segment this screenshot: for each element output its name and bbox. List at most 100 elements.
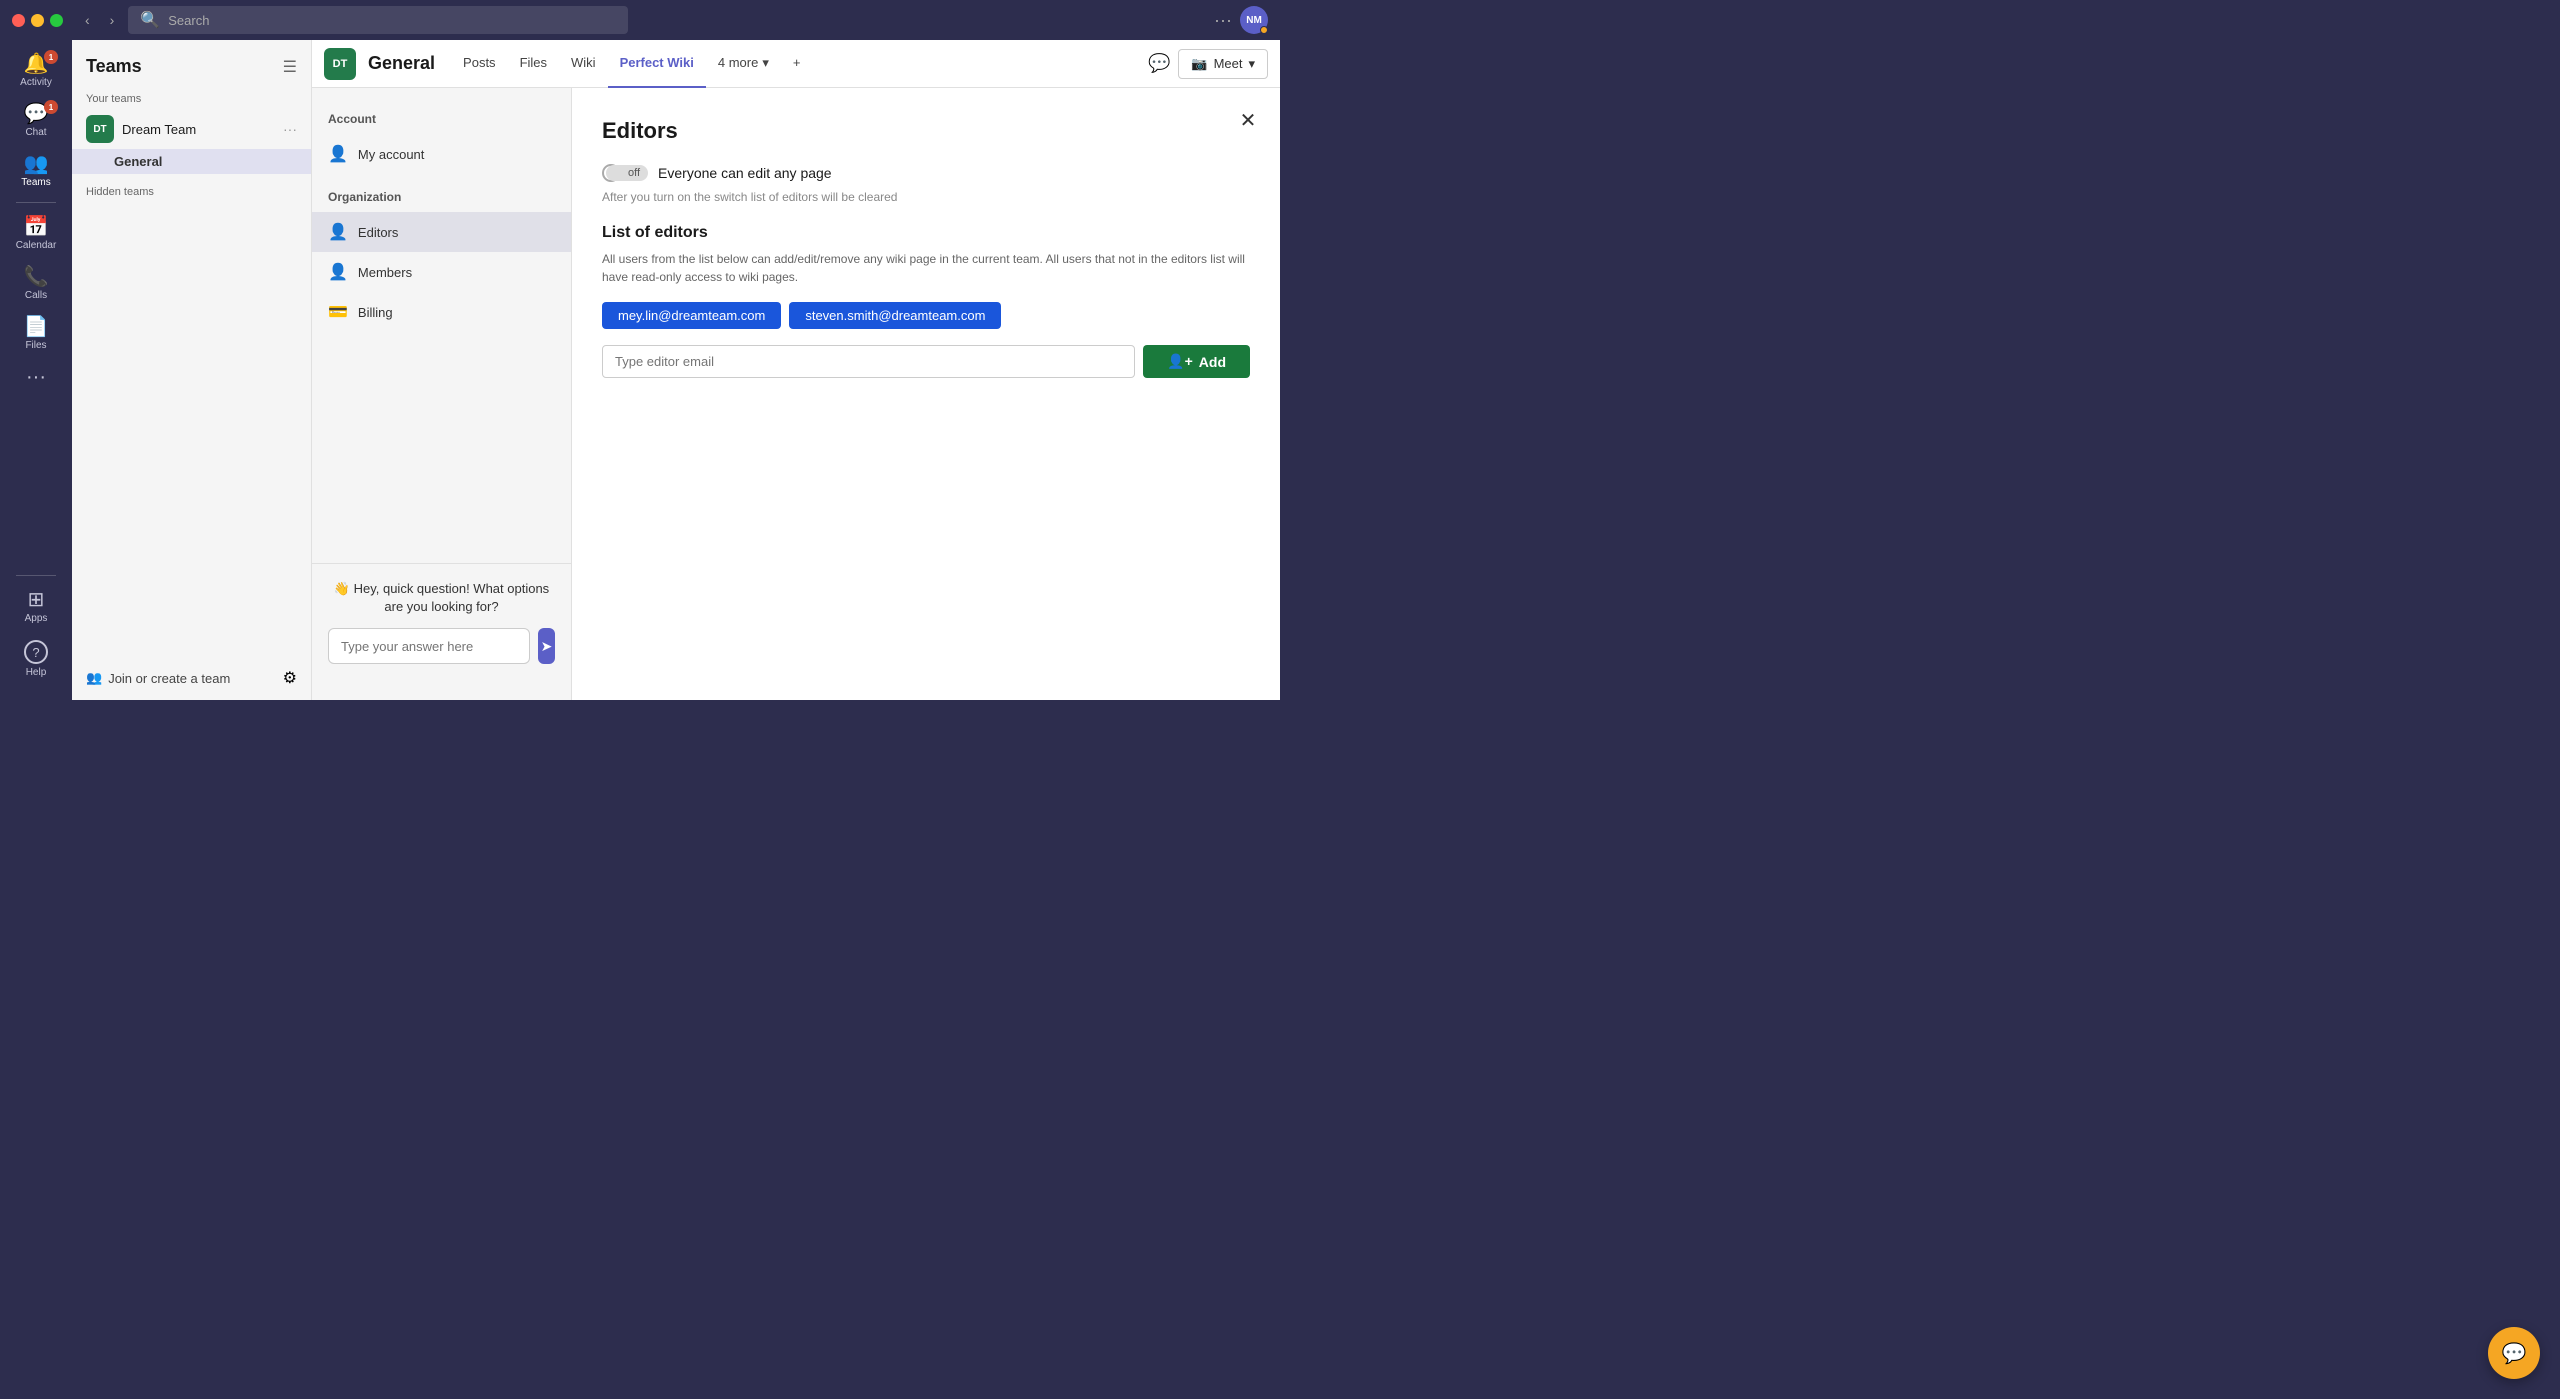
join-team-button[interactable]: 👥 Join or create a team — [86, 670, 230, 686]
editors-panel: ✕ Editors off Everyone can edit any page… — [572, 88, 1280, 700]
sidebar-item-activity[interactable]: 🔔 1 Activity — [4, 48, 68, 94]
account-icon: 👤 — [328, 144, 348, 164]
sidebar-item-files[interactable]: 📄 Files — [4, 311, 68, 357]
team-more-icon[interactable]: ··· — [283, 121, 297, 137]
billing-icon: 💳 — [328, 302, 348, 322]
sidebar-item-calendar[interactable]: 📅 Calendar — [4, 211, 68, 257]
teams-title: Teams — [86, 56, 142, 77]
tab-perfect-wiki[interactable]: Perfect Wiki — [608, 40, 706, 88]
tab-files[interactable]: Files — [508, 40, 559, 88]
editors-title: Editors — [602, 118, 1250, 144]
teams-panel: Teams ☰ Your teams DT Dream Team ··· Gen… — [72, 40, 312, 700]
sidebar-item-more[interactable]: ··· — [4, 361, 68, 393]
tab-posts[interactable]: Posts — [451, 40, 508, 88]
topbar-right: ··· NM — [1214, 6, 1268, 34]
more-icon: ··· — [26, 367, 46, 387]
editor-email-input[interactable] — [602, 345, 1135, 378]
chatbot-message: 👋 Hey, quick question! What options are … — [328, 580, 555, 616]
chatbot-send-button[interactable]: ➤ — [538, 628, 555, 664]
chatbot-area: 👋 Hey, quick question! What options are … — [312, 563, 571, 680]
toggle-row: off Everyone can edit any page — [602, 164, 1250, 182]
toggle-off-label: off — [606, 165, 648, 181]
add-editor-icon: 👤+ — [1167, 353, 1193, 370]
teams-filter-icon[interactable]: ☰ — [283, 57, 297, 77]
teams-settings-icon[interactable]: ⚙ — [283, 668, 297, 688]
sidebar: 🔔 1 Activity 💬 1 Chat 👥 Teams 📅 Calendar… — [0, 40, 72, 700]
sidebar-item-label: Calls — [25, 290, 47, 301]
add-tab-button[interactable]: + — [781, 40, 813, 88]
close-button[interactable] — [12, 14, 25, 27]
tab-more[interactable]: 4 more ▾ — [706, 40, 781, 88]
sidebar-divider-2 — [16, 575, 56, 576]
add-editor-button[interactable]: 👤+ Add — [1143, 345, 1250, 378]
settings-members[interactable]: 👤 Members — [312, 252, 571, 292]
meet-button[interactable]: 📷 Meet ▾ — [1178, 49, 1268, 79]
titlebar: ‹ › 🔍 ··· NM — [0, 0, 1280, 40]
search-box[interactable]: 🔍 — [128, 6, 628, 34]
chatbot-input[interactable] — [328, 628, 530, 664]
settings-sidebar: Account 👤 My account Organization 👤 Edit… — [312, 88, 572, 700]
editor-tag-0: mey.lin@dreamteam.com — [602, 302, 781, 329]
back-button[interactable]: ‹ — [79, 10, 96, 30]
teams-icon: 👥 — [24, 154, 49, 174]
calendar-icon: 📅 — [24, 217, 49, 237]
sidebar-item-label: Activity — [20, 77, 52, 88]
minimize-button[interactable] — [31, 14, 44, 27]
send-icon: ➤ — [541, 638, 553, 655]
team-item-dreamteam[interactable]: DT Dream Team ··· — [72, 109, 311, 149]
activity-badge: 1 — [44, 50, 58, 64]
toggle-switch[interactable]: off — [602, 164, 648, 182]
sidebar-item-apps[interactable]: ⊞ Apps — [4, 584, 68, 630]
team-name: Dream Team — [122, 122, 275, 137]
sidebar-item-chat[interactable]: 💬 1 Chat — [4, 98, 68, 144]
account-section-label: Account — [312, 108, 571, 134]
sidebar-item-label: Calendar — [16, 240, 57, 251]
settings-billing[interactable]: 💳 Billing — [312, 292, 571, 332]
forward-button[interactable]: › — [104, 10, 121, 30]
main-content: DT General Posts Files Wiki Perfect Wiki… — [312, 40, 1280, 700]
traffic-lights — [12, 14, 63, 27]
channel-icon: DT — [324, 48, 356, 80]
sidebar-item-label: Chat — [25, 127, 46, 138]
user-avatar[interactable]: NM — [1240, 6, 1268, 34]
floating-chat-button[interactable]: 💬 — [2488, 1327, 2540, 1379]
search-input[interactable] — [168, 13, 616, 28]
sidebar-divider — [16, 202, 56, 203]
hidden-teams-label: Hidden teams — [72, 174, 311, 202]
tab-wiki[interactable]: Wiki — [559, 40, 608, 88]
editor-tags: mey.lin@dreamteam.com steven.smith@dream… — [602, 302, 1250, 329]
sidebar-item-label: Help — [26, 667, 47, 678]
maximize-button[interactable] — [50, 14, 63, 27]
meet-icon: 📷 — [1191, 56, 1207, 72]
add-editor-row: 👤+ Add — [602, 345, 1250, 378]
sidebar-item-calls[interactable]: 📞 Calls — [4, 261, 68, 307]
help-icon: ? — [24, 640, 48, 664]
more-options-icon[interactable]: ··· — [1214, 10, 1232, 31]
topbar-actions: 💬 📷 Meet ▾ — [1148, 49, 1268, 79]
your-teams-label: Your teams — [72, 85, 311, 109]
sidebar-bottom: ⊞ Apps ? Help — [4, 571, 68, 700]
floating-chat-icon: 💬 — [2502, 1341, 2527, 1366]
sidebar-item-teams[interactable]: 👥 Teams — [4, 148, 68, 194]
chatbot-input-row: ➤ — [328, 628, 555, 664]
files-icon: 📄 — [24, 317, 49, 337]
org-section-label: Organization — [312, 186, 571, 212]
settings-editors[interactable]: 👤 Editors — [312, 212, 571, 252]
teams-header: Teams ☰ — [72, 40, 311, 85]
settings-my-account[interactable]: 👤 My account — [312, 134, 571, 174]
apps-icon: ⊞ — [28, 590, 45, 610]
editors-icon: 👤 — [328, 222, 348, 242]
everyone-can-edit-label: Everyone can edit any page — [658, 165, 832, 181]
members-icon: 👤 — [328, 262, 348, 282]
toggle-note: After you turn on the switch list of edi… — [602, 190, 1250, 204]
sidebar-item-help[interactable]: ? Help — [4, 634, 68, 684]
meet-chevron-icon: ▾ — [1248, 56, 1255, 72]
calls-icon: 📞 — [24, 267, 49, 287]
sidebar-item-label: Apps — [25, 613, 48, 624]
chat-badge: 1 — [44, 100, 58, 114]
sidebar-item-label: Teams — [21, 177, 50, 188]
editors-close-button[interactable]: ✕ — [1232, 104, 1264, 136]
team-avatar-dt: DT — [86, 115, 114, 143]
chat-action-icon[interactable]: 💬 — [1148, 53, 1170, 74]
channel-item-general[interactable]: General — [72, 149, 311, 174]
